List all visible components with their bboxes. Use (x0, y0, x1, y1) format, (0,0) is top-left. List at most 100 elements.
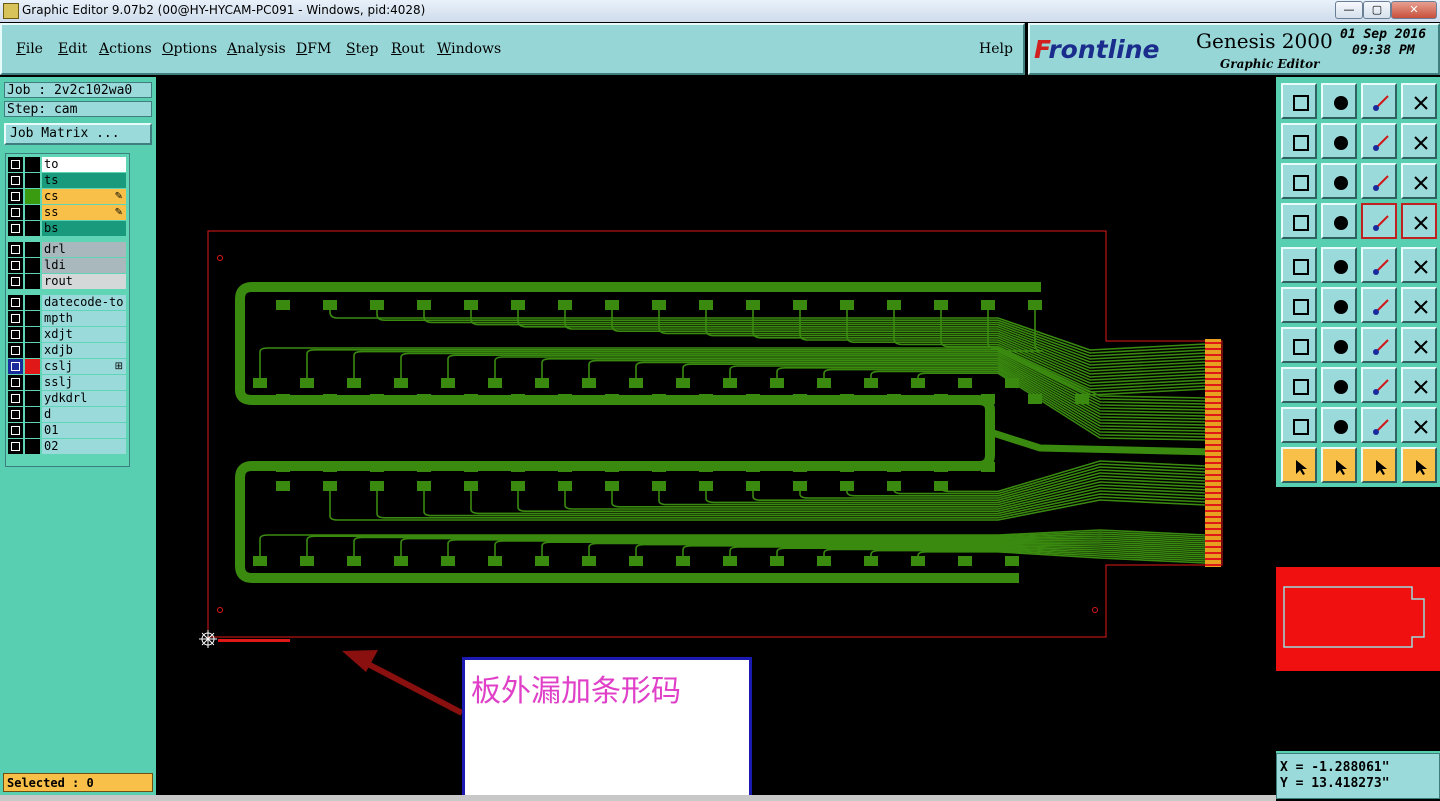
profile-button[interactable] (1321, 247, 1357, 283)
menu-options[interactable]: Options (162, 41, 217, 57)
circle-fill-button[interactable] (1401, 247, 1437, 283)
group-button[interactable] (1401, 367, 1437, 403)
layer-checkbox[interactable] (8, 423, 23, 438)
layer-row-bs[interactable]: bs (8, 221, 126, 236)
resize-button[interactable] (1361, 367, 1397, 403)
ruler-button[interactable] (1361, 247, 1397, 283)
menu-help[interactable]: Help (979, 41, 1013, 57)
layer-checkbox[interactable] (8, 343, 23, 358)
minimize-button[interactable]: — (1335, 1, 1363, 19)
layer-row-ts[interactable]: ts (8, 173, 126, 188)
pan-left-button[interactable] (1281, 123, 1317, 159)
menu-rout[interactable]: Rout (391, 41, 425, 57)
menu-step[interactable]: Step (346, 41, 378, 57)
line-tool-button[interactable] (1321, 327, 1357, 363)
finger-divider (1205, 498, 1221, 500)
rotate-button[interactable] (1361, 327, 1397, 363)
layer-row-xdjt[interactable]: xdjt (8, 327, 126, 342)
layer-checkbox[interactable] (8, 439, 23, 454)
home-view-button[interactable] (1361, 83, 1397, 119)
layer-row-sslj[interactable]: sslj (8, 375, 126, 390)
layer-row-ldi[interactable]: ldi (8, 258, 126, 273)
fit-zoom-button[interactable] (1321, 163, 1357, 199)
menu-windows[interactable]: Windows (437, 41, 501, 57)
node-link-button[interactable] (1281, 287, 1317, 323)
delete-node-button[interactable] (1321, 287, 1357, 323)
pointer-custom-button[interactable] (1401, 447, 1437, 483)
layer-checkbox[interactable] (8, 274, 23, 289)
finger-divider (1205, 426, 1221, 428)
grid-button[interactable] (1321, 203, 1357, 239)
layer-checkbox[interactable] (8, 311, 23, 326)
help-query-button[interactable] (1401, 163, 1437, 199)
menu-file[interactable]: File (16, 41, 43, 57)
layer-name: bs (42, 221, 126, 236)
pointer-box-button[interactable] (1321, 447, 1357, 483)
feature-move-button[interactable] (1281, 367, 1317, 403)
layer-checkbox[interactable] (8, 189, 23, 204)
fiducial-bottom-right (1092, 607, 1098, 613)
layer-checkbox[interactable] (8, 157, 23, 172)
layer-checkbox[interactable] (8, 295, 23, 310)
layer-row-02[interactable]: 02 (8, 439, 126, 454)
menu-dfm[interactable]: DFM (296, 41, 331, 57)
layer-row-ydkdrl[interactable]: ydkdrl (8, 391, 126, 406)
maximize-button[interactable]: ▢ (1363, 1, 1391, 19)
zoom-home-button[interactable] (1281, 83, 1317, 119)
measure-tools-button[interactable] (1281, 203, 1317, 239)
arc-tool-button[interactable] (1321, 407, 1357, 443)
split-window-button[interactable] (1401, 83, 1437, 119)
undo-view-button[interactable] (1361, 123, 1397, 159)
layer-row-d[interactable]: d (8, 407, 126, 422)
layer-checkbox[interactable] (8, 258, 23, 273)
arc-select-button[interactable] (1361, 407, 1397, 443)
redo-view-button[interactable] (1401, 123, 1437, 159)
layer-row-to[interactable]: to (8, 157, 126, 172)
zoom-page-button[interactable] (1321, 83, 1357, 119)
pad-select-button[interactable] (1281, 247, 1317, 283)
arc-align-button[interactable] (1401, 407, 1437, 443)
layer-row-datecode-to[interactable]: datecode-to (8, 295, 126, 310)
angle-tool-button[interactable] (1281, 327, 1317, 363)
layer-checkbox[interactable] (8, 173, 23, 188)
layer-row-rout[interactable]: rout (8, 274, 126, 289)
job-matrix-button[interactable]: Job Matrix ... (4, 123, 152, 145)
menu-edit[interactable]: Edit (58, 41, 87, 57)
layer-row-xdjb[interactable]: xdjb (8, 343, 126, 358)
layer-row-ss[interactable]: ss ✎ (8, 205, 126, 220)
smd-pad (323, 394, 337, 404)
triangle-small-button[interactable] (1281, 407, 1317, 443)
layer-checkbox[interactable] (8, 242, 23, 257)
menu-analysis[interactable]: Analysis (227, 41, 286, 57)
snap-red-alt-button[interactable] (1401, 203, 1437, 239)
smd-pad (934, 394, 948, 404)
close-button[interactable]: ✕ (1391, 1, 1437, 19)
point-add-button[interactable] (1361, 287, 1397, 323)
layer-checkbox[interactable] (8, 375, 23, 390)
layer-row-cs[interactable]: cs ✎ (8, 189, 126, 204)
layer-checkbox[interactable] (8, 407, 23, 422)
point-move-button[interactable] (1401, 287, 1437, 323)
overview-minimap[interactable] (1276, 487, 1440, 751)
layer-checkbox[interactable] (8, 221, 23, 236)
layer-row-mpth[interactable]: mpth (8, 311, 126, 326)
snap-red-button[interactable] (1361, 203, 1397, 239)
layer-row-cslj[interactable]: cslj ⊞ (8, 359, 126, 374)
layer-color-swatch (25, 242, 40, 257)
line-split-button[interactable] (1321, 367, 1357, 403)
layer-checkbox[interactable] (8, 359, 23, 374)
menu-actions[interactable]: Actions (99, 41, 152, 57)
layer-row-01[interactable]: 01 (8, 423, 126, 438)
coordinate-readout: X = -1.288061" Y = 13.418273" (1276, 753, 1440, 799)
scale-1to2-button[interactable] (1361, 163, 1397, 199)
pan-right-button[interactable] (1321, 123, 1357, 159)
mirror-button[interactable] (1401, 327, 1437, 363)
pointer-circle-button[interactable] (1361, 447, 1397, 483)
fit-screen-button[interactable] (1281, 163, 1317, 199)
layer-checkbox[interactable] (8, 327, 23, 342)
layer-checkbox[interactable] (8, 205, 23, 220)
layer-name: ss (42, 205, 126, 220)
layer-checkbox[interactable] (8, 391, 23, 406)
pointer-button[interactable] (1281, 447, 1317, 483)
layer-row-drl[interactable]: drl (8, 242, 126, 257)
